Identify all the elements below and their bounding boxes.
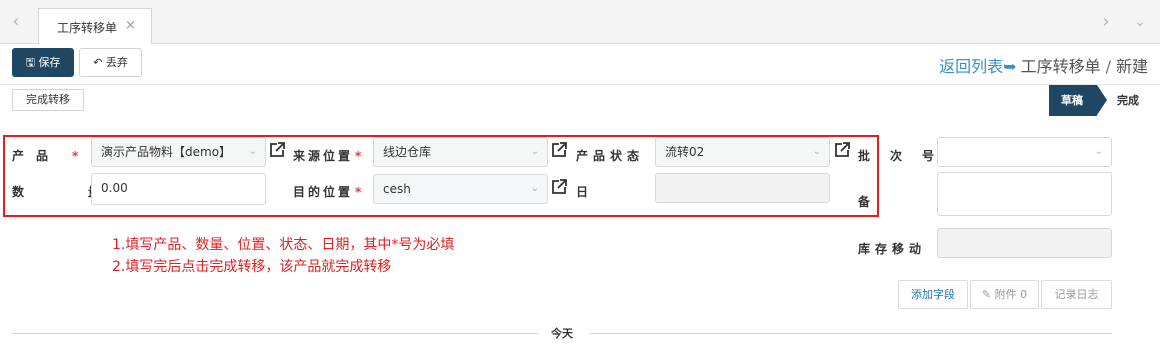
stage-draft[interactable]: 草稿	[1049, 85, 1097, 116]
breadcrumb-current: 新建	[1115, 57, 1148, 76]
undo-icon: ↶	[93, 56, 103, 69]
tab-label: 工序转移单	[57, 21, 118, 35]
sign-in-icon: ➥	[1003, 57, 1017, 76]
stock-move-label: 库存移动	[858, 242, 927, 256]
chevron-left-icon[interactable]: ‹	[6, 10, 26, 34]
save-button[interactable]: 🖫 保存	[12, 48, 74, 77]
breadcrumb-doc-type: 工序转移单	[1020, 57, 1101, 76]
status-bar: 完成转移 草稿 完成	[0, 84, 1160, 116]
stage-done[interactable]: 完成	[1117, 85, 1139, 116]
chevron-down-icon: ⌄	[1094, 146, 1103, 157]
divider	[590, 333, 1112, 334]
annotation-note-1: 1.填写产品、数量、位置、状态、日期，其中*号为必填	[112, 237, 455, 253]
breadcrumb: 返回列表➥ 工序转移单 / 新建	[939, 53, 1148, 77]
remarks-input[interactable]	[937, 172, 1112, 216]
chevron-right-icon[interactable]: ›	[1096, 10, 1116, 34]
chevron-down-icon[interactable]: ⌄	[1130, 10, 1150, 34]
discard-button[interactable]: ↶ 丢弃	[79, 48, 142, 77]
add-field-button[interactable]: 添加字段	[898, 280, 968, 309]
highlight-box	[3, 135, 879, 217]
attachments-label: 附件 0	[994, 288, 1028, 301]
paperclip-icon: ✎	[981, 288, 992, 301]
divider	[12, 333, 538, 334]
attachments-button[interactable]: ✎ 附件 0	[970, 280, 1039, 309]
tab-process-transfer[interactable]: 工序转移单 ×	[38, 8, 152, 44]
annotation-note-2: 2.填写完后点击完成转移，该产品就完成转移	[112, 259, 392, 275]
breadcrumb-separator: /	[1105, 57, 1111, 76]
toolbar: 🖫 保存 ↶ 丢弃 返回列表➥ 工序转移单 / 新建	[0, 44, 1160, 84]
tab-bar: ‹ 工序转移单 × › ⌄	[0, 0, 1160, 44]
batch-number-select[interactable]: ⌄	[937, 137, 1112, 167]
log-note-button[interactable]: 记录日志	[1041, 280, 1112, 309]
close-icon[interactable]: ×	[125, 18, 136, 33]
form-sheet: 产 品 * 演示产品物料【demo】 ⌄ 来源位置 * 线边仓库 ⌄ 产品状态 流转…	[0, 117, 1160, 354]
stock-move-field	[937, 228, 1112, 258]
back-to-list-link[interactable]: 返回列表	[939, 57, 1003, 76]
complete-transfer-button[interactable]: 完成转移	[12, 89, 84, 111]
discard-label: 丢弃	[105, 56, 128, 69]
save-label: 保存	[38, 56, 61, 69]
today-label: 今天	[551, 327, 573, 340]
stage-arrow	[1097, 85, 1107, 115]
save-icon: 🖫	[25, 56, 35, 69]
